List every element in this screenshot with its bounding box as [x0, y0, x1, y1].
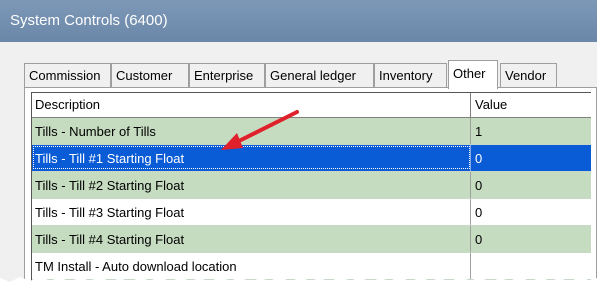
cell-value[interactable]: 0 — [472, 172, 572, 198]
tab-commission[interactable]: Commission — [24, 63, 111, 87]
table-row[interactable]: Tills - Number of Tills 1 — [32, 118, 591, 145]
cell-description: Tills - Till #2 Starting Float — [32, 172, 471, 198]
cell-description: Tills - Till #4 Starting Float — [32, 226, 471, 252]
table-row[interactable]: Tills - Till #2 Starting Float 0 — [32, 172, 591, 199]
grid-header: Description Value — [32, 93, 591, 118]
table-row-selected[interactable]: Tills - Till #1 Starting Float 0 — [32, 145, 591, 172]
window-title: System Controls (6400) — [10, 12, 168, 29]
red-arrow-icon — [221, 110, 299, 150]
cell-value[interactable]: 0 — [472, 199, 572, 225]
settings-grid[interactable]: Description Value Tills - Number of Till… — [31, 92, 591, 284]
cell-value[interactable]: 1 — [472, 118, 572, 144]
tab-customer[interactable]: Customer — [111, 63, 189, 87]
cell-value[interactable]: 0 — [472, 226, 572, 252]
table-row[interactable]: Tills - Till #4 Starting Float 0 — [32, 226, 591, 253]
system-controls-window: System Controls (6400) Commission Custom… — [0, 0, 597, 286]
tab-strip: Commission Customer Enterprise General l… — [24, 60, 597, 89]
cell-description: Tills - Till #3 Starting Float — [32, 199, 471, 225]
tab-general-ledger[interactable]: General ledger — [265, 63, 374, 87]
tab-panel-other: Description Value Tills - Number of Till… — [24, 87, 597, 286]
column-header-value[interactable]: Value — [472, 93, 572, 117]
tab-enterprise[interactable]: Enterprise — [189, 63, 265, 87]
dialog-body: Commission Customer Enterprise General l… — [0, 42, 597, 286]
cell-value[interactable]: 0 — [472, 145, 572, 171]
torn-edge — [0, 276, 597, 286]
title-bar[interactable]: System Controls (6400) — [0, 0, 597, 42]
tab-other[interactable]: Other — [448, 60, 498, 89]
table-row[interactable]: Tills - Till #3 Starting Float 0 — [32, 199, 591, 226]
tab-vendor[interactable]: Vendor — [500, 63, 557, 87]
tab-inventory[interactable]: Inventory — [374, 63, 447, 87]
